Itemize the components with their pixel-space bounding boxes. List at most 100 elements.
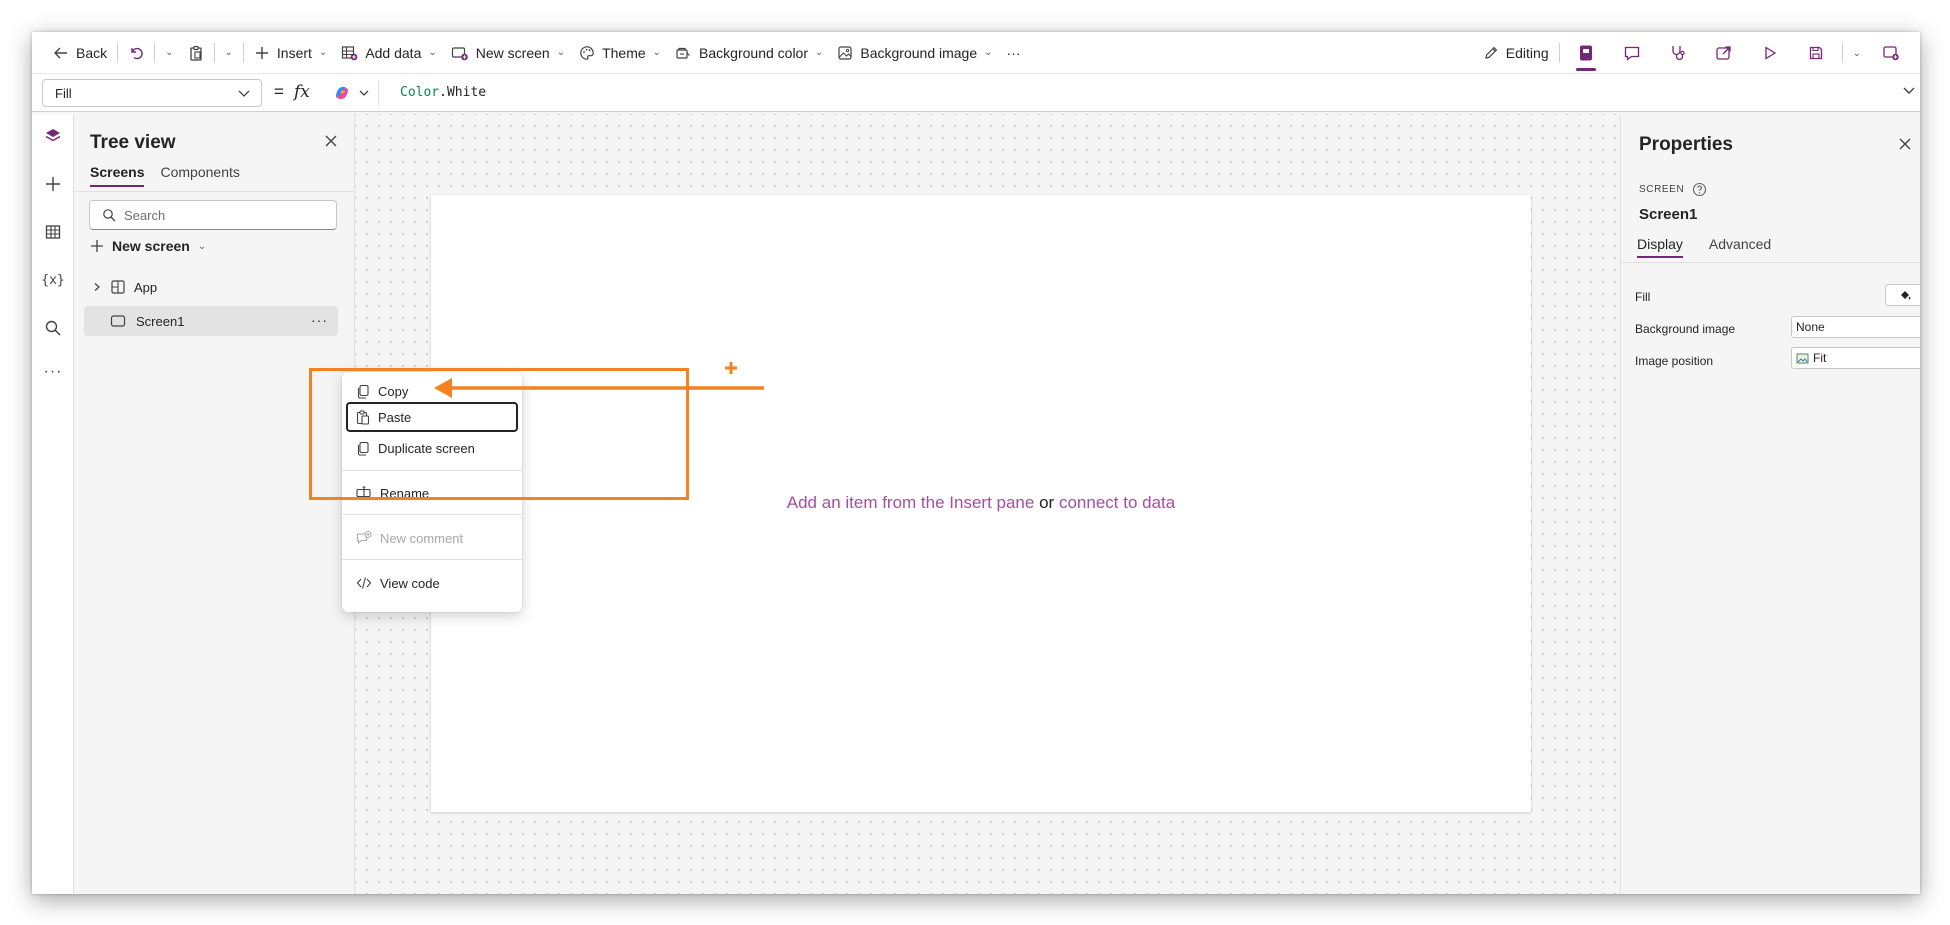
separator (242, 42, 244, 63)
copilot-button[interactable] (332, 80, 379, 106)
canvas-area: Add an item from the Insert pane or conn… (355, 114, 1620, 894)
formula-member: .White (439, 85, 487, 100)
chevron-down-icon: ⌄ (984, 47, 993, 58)
chevron-down-icon: ⌄ (815, 47, 824, 58)
menu-item-view-code[interactable]: View code (346, 568, 518, 598)
chevron-down-icon: ⌄ (556, 47, 566, 58)
rail-search-button[interactable] (32, 310, 74, 346)
publish-button[interactable] (1875, 38, 1907, 68)
insert-pane-link[interactable]: Add an item from the Insert pane (787, 493, 1035, 512)
layers-icon (45, 129, 61, 142)
paint-bucket-icon (1901, 291, 1911, 300)
chevron-right-icon[interactable] (92, 282, 102, 292)
property-selector[interactable]: Fill (42, 79, 262, 107)
back-button[interactable]: Back (46, 38, 114, 68)
play-icon (1764, 46, 1776, 60)
formula-input[interactable]: Color.White (400, 85, 486, 100)
left-rail: {x} ··· (32, 114, 74, 894)
properties-title: Properties (1639, 134, 1733, 155)
close-icon[interactable] (324, 134, 338, 148)
connect-to-data-link[interactable]: connect to data (1059, 493, 1175, 512)
chevron-down-icon: ⌄ (224, 47, 233, 58)
background-color-button[interactable]: Background color ⌄ (668, 38, 830, 68)
save-button[interactable] (1800, 38, 1832, 68)
share-icon (1715, 46, 1731, 60)
help-icon[interactable] (1692, 182, 1707, 197)
more-options-icon[interactable]: ··· (311, 312, 328, 328)
image-fit-icon (1796, 353, 1809, 363)
formula-bar: Fill = fx Color.White (32, 74, 1920, 112)
undo-dropdown[interactable]: ⌄ (158, 38, 180, 68)
paste-dropdown[interactable]: ⌄ (218, 38, 240, 68)
chevron-down-icon (238, 90, 250, 97)
clipboard-icon (189, 45, 202, 61)
expand-formula-icon[interactable] (1902, 84, 1916, 98)
add-data-button[interactable]: Add data ⌄ (334, 38, 443, 68)
control-name[interactable]: Screen1 (1639, 206, 1697, 223)
fx-icon: fx (293, 82, 310, 102)
theme-label: Theme (602, 44, 646, 61)
separator (154, 42, 156, 63)
comment-icon (1624, 46, 1639, 61)
command-bar: Back ⌄ ⌄ Insert ⌄ Add data ⌄ New screen … (32, 32, 1920, 74)
tree-view-tabs: Screens Components (90, 164, 240, 187)
hint-or: or (1039, 493, 1055, 512)
table-add-icon (342, 45, 358, 60)
screen-canvas[interactable]: Add an item from the Insert pane or conn… (431, 195, 1531, 812)
rail-variables-button[interactable]: {x} (32, 262, 74, 298)
tree-node-app[interactable]: App (84, 272, 338, 302)
publish-icon (1883, 46, 1899, 61)
copilot-icon (336, 86, 348, 100)
tab-components[interactable]: Components (160, 164, 239, 187)
health-checker-button[interactable] (1662, 38, 1694, 68)
background-color-label: Background color (699, 44, 808, 61)
tree-view-pane: Tree view Screens Components Search New … (74, 114, 355, 894)
chevron-down-icon: ⌄ (318, 47, 328, 58)
chevron-down-icon: ⌄ (652, 47, 662, 58)
rail-data-button[interactable] (32, 214, 74, 250)
more-commands-button[interactable]: ··· (1000, 38, 1028, 68)
rail-insert-button[interactable] (32, 166, 74, 202)
tree-new-screen-label: New screen (112, 238, 190, 254)
tab-screens[interactable]: Screens (90, 164, 145, 187)
fill-color-picker[interactable] (1885, 284, 1920, 306)
close-icon[interactable] (1898, 137, 1912, 151)
background-image-button[interactable]: Background image ⌄ (830, 38, 999, 68)
rail-more-button[interactable]: ··· (32, 354, 74, 390)
menu-item-label: View code (380, 575, 440, 591)
background-image-prop-label: Background image (1635, 322, 1736, 336)
editing-label: Editing (1505, 45, 1549, 61)
table-icon (45, 225, 61, 239)
background-image-value: None (1796, 320, 1825, 334)
separator (213, 42, 215, 63)
chevron-down-icon (359, 90, 369, 96)
tree-node-screen1[interactable]: Screen1 ··· (84, 306, 338, 336)
fill-label: Fill (1635, 290, 1651, 304)
preview-button[interactable] (1754, 38, 1786, 68)
image-position-select[interactable]: Fit (1791, 347, 1920, 369)
tree-new-screen-button[interactable]: New screen ⌄ (90, 238, 206, 254)
tab-advanced[interactable]: Advanced (1709, 236, 1771, 258)
properties-pane: Properties SCREEN Screen1 Display Advanc… (1620, 114, 1920, 894)
insert-button[interactable]: Insert ⌄ (247, 38, 334, 68)
theme-button[interactable]: Theme ⌄ (572, 38, 668, 68)
search-icon (45, 320, 61, 336)
editing-mode-button[interactable]: Editing (1476, 38, 1556, 68)
tree-search-input[interactable]: Search (89, 200, 337, 230)
save-dropdown[interactable]: ⌄ (1846, 38, 1868, 68)
tree-view-title: Tree view (90, 132, 176, 153)
paste-button[interactable] (181, 38, 211, 68)
undo-button[interactable] (121, 38, 151, 68)
plus-icon (91, 240, 103, 252)
plus-icon (255, 46, 268, 59)
background-image-select[interactable]: None (1791, 316, 1920, 338)
share-button[interactable] (1708, 38, 1740, 68)
rail-tree-view-button[interactable] (32, 118, 74, 154)
tab-display[interactable]: Display (1637, 236, 1683, 258)
app-window: Back ⌄ ⌄ Insert ⌄ Add data ⌄ New screen … (32, 32, 1920, 894)
chevron-down-icon: ⌄ (165, 47, 174, 58)
new-screen-button[interactable]: New screen ⌄ (444, 38, 572, 68)
screen-icon (110, 315, 126, 327)
comments-button[interactable] (1616, 38, 1648, 68)
app-checker-button[interactable] (1570, 38, 1602, 71)
